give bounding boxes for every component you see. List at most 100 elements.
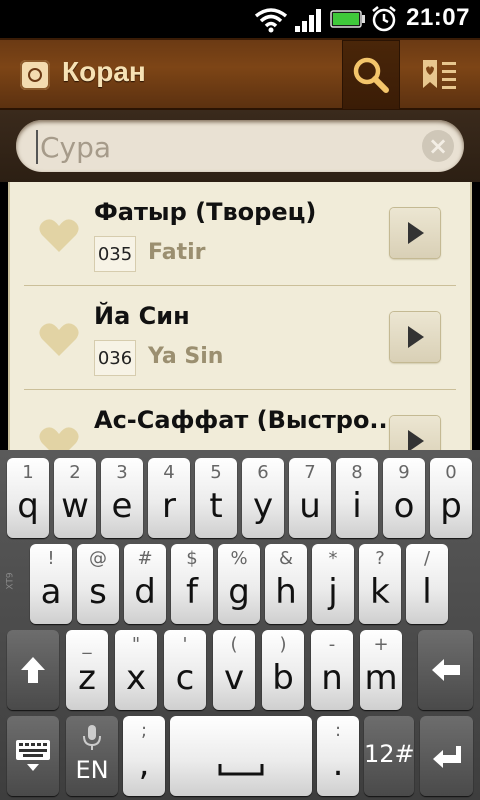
key-o[interactable]: 9o: [383, 458, 425, 538]
text-caret: [36, 130, 38, 164]
key-label: g: [228, 572, 250, 612]
key-label: e: [111, 486, 133, 526]
key-alt: 5: [210, 462, 222, 483]
key-w[interactable]: 2w: [54, 458, 96, 538]
signal-icon: [295, 9, 321, 32]
search-input[interactable]: [38, 128, 402, 166]
microphone-icon: [83, 725, 101, 750]
key-alt: /: [423, 548, 431, 569]
alarm-icon: [372, 6, 396, 32]
key-label: n: [321, 658, 343, 698]
key-label: m: [364, 658, 398, 698]
key-label: w: [61, 486, 89, 526]
keyboard-hide-key[interactable]: [7, 716, 59, 796]
key-b[interactable]: ) b: [262, 630, 304, 710]
backspace-key[interactable]: [418, 630, 473, 710]
key-d[interactable]: # d: [124, 544, 166, 624]
key-n[interactable]: -n: [311, 630, 353, 710]
search-icon: [353, 57, 389, 93]
language-mic-key[interactable]: EN: [66, 716, 118, 796]
sura-list[interactable]: Фатыр (Творец) 035 Fatir Йа Син 036 Ya S…: [8, 182, 472, 450]
key-label: q: [17, 486, 39, 526]
key-y[interactable]: 6y: [242, 458, 284, 538]
search-field[interactable]: ×: [16, 120, 464, 172]
key-m[interactable]: + m: [360, 630, 402, 710]
list-item[interactable]: Фатыр (Творец) 035 Fatir: [10, 182, 470, 286]
key-label: s: [89, 572, 107, 612]
key-period[interactable]: :.: [317, 716, 359, 796]
key-alt: 2: [69, 462, 81, 483]
search-button[interactable]: [342, 40, 400, 110]
key-label: k: [370, 572, 390, 612]
key-label: f: [186, 572, 198, 612]
key-f[interactable]: $ f: [171, 544, 213, 624]
sura-number: 036: [94, 340, 136, 376]
key-label: d: [134, 572, 156, 612]
play-button[interactable]: [390, 208, 440, 258]
battery-icon: [330, 10, 365, 28]
symbols-key[interactable]: 12#: [364, 716, 415, 796]
key-x[interactable]: " x: [115, 630, 157, 710]
key-alt: $: [186, 548, 198, 569]
key-q[interactable]: 1q: [7, 458, 49, 538]
sura-transliteration: Fatir: [148, 240, 206, 265]
favorite-heart-icon[interactable]: [38, 218, 80, 254]
key-v[interactable]: (v: [213, 630, 255, 710]
favorite-heart-icon[interactable]: [38, 426, 80, 450]
key-a[interactable]: ! a: [30, 544, 72, 624]
key-comma[interactable]: ;,: [123, 716, 165, 796]
key-label: z: [78, 658, 96, 698]
key-r[interactable]: 4r: [148, 458, 190, 538]
key-alt: :: [334, 720, 342, 741]
key-z[interactable]: _ z: [66, 630, 108, 710]
symbols-label: 12#: [364, 740, 415, 768]
key-label: u: [299, 486, 321, 526]
key-i[interactable]: 8i: [336, 458, 378, 538]
wifi-icon: [254, 8, 288, 33]
key-label: i: [352, 486, 362, 526]
key-alt: (: [230, 634, 238, 655]
key-alt: ': [182, 634, 188, 655]
list-item[interactable]: Йа Син 036 Ya Sin: [10, 286, 470, 390]
play-button[interactable]: [390, 312, 440, 362]
key-h[interactable]: & h: [265, 544, 307, 624]
clear-search-icon[interactable]: ×: [422, 130, 454, 162]
key-alt: *: [328, 548, 338, 569]
key-alt: #: [137, 548, 153, 569]
play-button[interactable]: [390, 416, 440, 450]
sura-title: Фатыр (Творец): [94, 198, 317, 226]
key-label: t: [209, 486, 223, 526]
search-bar: ×: [0, 110, 480, 182]
shift-key[interactable]: [7, 630, 59, 710]
key-g[interactable]: % g: [218, 544, 260, 624]
key-alt: 9: [398, 462, 410, 483]
list-item[interactable]: Ас-Саффат (Выстро...: [10, 390, 470, 450]
key-alt: ;: [140, 720, 148, 741]
key-alt: 4: [163, 462, 175, 483]
sura-transliteration: Ya Sin: [148, 344, 224, 369]
key-e[interactable]: 3e: [101, 458, 143, 538]
favorite-heart-icon[interactable]: [38, 322, 80, 358]
key-p[interactable]: 0p: [430, 458, 472, 538]
key-label: o: [393, 486, 415, 526]
key-t[interactable]: 5t: [195, 458, 237, 538]
xt9-label: XT9: [5, 572, 16, 590]
key-j[interactable]: * j: [312, 544, 354, 624]
app-logo-icon[interactable]: [20, 60, 50, 90]
space-key[interactable]: [170, 716, 312, 796]
key-k[interactable]: ? k: [359, 544, 401, 624]
key-alt: _: [82, 634, 92, 655]
key-s[interactable]: @ s: [77, 544, 119, 624]
key-u[interactable]: 7u: [289, 458, 331, 538]
key-l[interactable]: / l: [406, 544, 448, 624]
enter-key[interactable]: [420, 716, 473, 796]
bookmarks-button[interactable]: [410, 40, 470, 110]
key-c[interactable]: ' c: [164, 630, 206, 710]
key-alt: -: [328, 634, 336, 655]
key-alt: 6: [257, 462, 269, 483]
key-alt: @: [89, 548, 107, 569]
sura-title: Йа Син: [94, 302, 190, 330]
key-alt: 7: [304, 462, 316, 483]
key-alt: 1: [22, 462, 34, 483]
key-label: j: [328, 572, 338, 612]
